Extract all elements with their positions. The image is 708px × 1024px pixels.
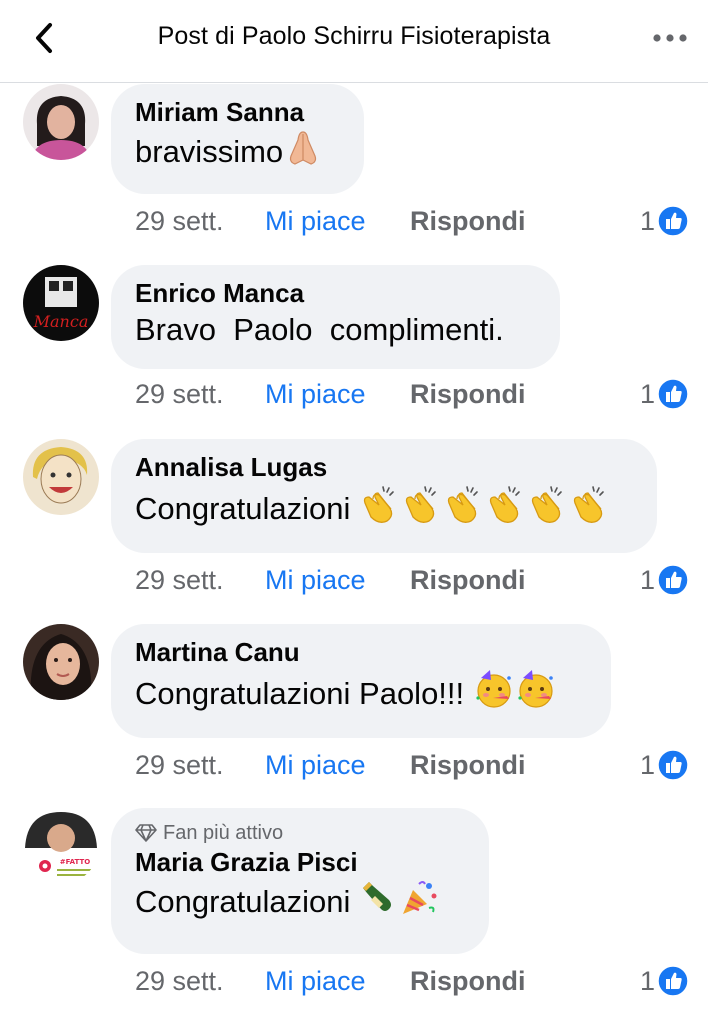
top-bar: Post di Paolo Schirru Fisioterapista	[0, 0, 708, 83]
reply-button[interactable]: Rispondi	[410, 563, 526, 597]
reply-button[interactable]: Rispondi	[410, 377, 526, 411]
like-reaction-icon	[657, 205, 689, 237]
reaction-count-number: 1	[640, 750, 656, 780]
comment-author[interactable]: Miriam Sanna	[135, 96, 340, 128]
reaction-count[interactable]: 1	[640, 377, 689, 411]
comment-text: bravissimo	[135, 128, 340, 173]
clapping-hands-emoji-icon	[489, 486, 520, 523]
comment-bubble: Annalisa Lugas Congratulazioni	[111, 439, 657, 553]
clapping-hands-emoji-row	[359, 486, 611, 526]
comment-text: Congratulazioni	[135, 483, 633, 530]
comment-text: Congratulazioni	[135, 878, 465, 923]
page-title: Post di Paolo Schirru Fisioterapista	[157, 22, 551, 50]
comment-timestamp[interactable]: 29 sett.	[135, 964, 224, 998]
clapping-hands-emoji-icon	[531, 486, 562, 523]
like-button[interactable]: Mi piace	[265, 748, 366, 782]
clapping-hands-emoji-icon	[363, 486, 394, 523]
comment-author[interactable]: Martina Canu	[135, 636, 587, 668]
comment-bubble: Fan più attivo Maria Grazia Pisci Congra…	[111, 808, 489, 954]
top-fan-badge: Fan più attivo	[135, 820, 465, 846]
diamond-icon	[135, 824, 157, 842]
comment-author[interactable]: Annalisa Lugas	[135, 451, 633, 483]
reaction-count[interactable]: 1	[640, 204, 689, 238]
reaction-count-number: 1	[640, 379, 656, 409]
like-reaction-icon	[657, 965, 689, 997]
comment-bubble: Martina Canu Congratulazioni Paolo!!!	[111, 624, 611, 738]
reaction-count-number: 1	[640, 966, 656, 996]
clapping-hands-emoji-icon	[573, 486, 604, 523]
comment-timestamp[interactable]: 29 sett.	[135, 563, 224, 597]
partying-face-emoji-icon	[518, 670, 553, 708]
avatar-label: #FATTO	[60, 858, 90, 866]
like-reaction-icon	[657, 749, 689, 781]
badge-label: Fan più attivo	[163, 822, 284, 844]
reply-button[interactable]: Rispondi	[410, 964, 526, 998]
like-button[interactable]: Mi piace	[265, 964, 366, 998]
partying-face-emoji-icon	[476, 670, 511, 708]
champagne-bottle-emoji-icon	[363, 882, 392, 911]
avatar[interactable]: #FATTO	[23, 808, 99, 884]
avatar[interactable]: Manca	[23, 265, 99, 341]
like-button[interactable]: Mi piace	[265, 204, 366, 238]
reaction-count[interactable]: 1	[640, 964, 689, 998]
reaction-count-number: 1	[640, 565, 656, 595]
avatar[interactable]	[23, 624, 99, 700]
comment-bubble: Enrico Manca Bravo Paolo complimenti.	[111, 265, 560, 369]
comment-timestamp[interactable]: 29 sett.	[135, 748, 224, 782]
svg-text:Manca: Manca	[33, 312, 89, 331]
comment-bubble: Miriam Sanna bravissimo	[111, 84, 364, 194]
comment-author[interactable]: Enrico Manca	[135, 277, 536, 309]
avatar[interactable]	[23, 439, 99, 515]
reply-button[interactable]: Rispondi	[410, 204, 526, 238]
comment-timestamp[interactable]: 29 sett.	[135, 377, 224, 411]
reaction-count[interactable]: 1	[640, 748, 689, 782]
comment-text: Bravo Paolo complimenti.	[135, 312, 504, 347]
reply-button[interactable]: Rispondi	[410, 748, 526, 782]
like-reaction-icon	[657, 378, 689, 410]
clapping-hands-emoji-icon	[447, 486, 478, 523]
comment-text: Congratulazioni Paolo!!!	[135, 668, 587, 715]
reaction-count[interactable]: 1	[640, 563, 689, 597]
like-reaction-icon	[657, 564, 689, 596]
party-popper-emoji-icon	[403, 881, 437, 914]
more-horizontal-icon[interactable]	[650, 30, 690, 46]
folded-hands-emoji-icon	[290, 131, 317, 165]
comment-timestamp[interactable]: 29 sett.	[135, 204, 224, 238]
avatar[interactable]	[23, 84, 99, 160]
comment-author[interactable]: Maria Grazia Pisci	[135, 846, 465, 878]
reaction-count-number: 1	[640, 206, 656, 236]
clapping-hands-emoji-icon	[405, 486, 436, 523]
like-button[interactable]: Mi piace	[265, 377, 366, 411]
like-button[interactable]: Mi piace	[265, 563, 366, 597]
partying-face-emoji-row	[473, 670, 557, 711]
